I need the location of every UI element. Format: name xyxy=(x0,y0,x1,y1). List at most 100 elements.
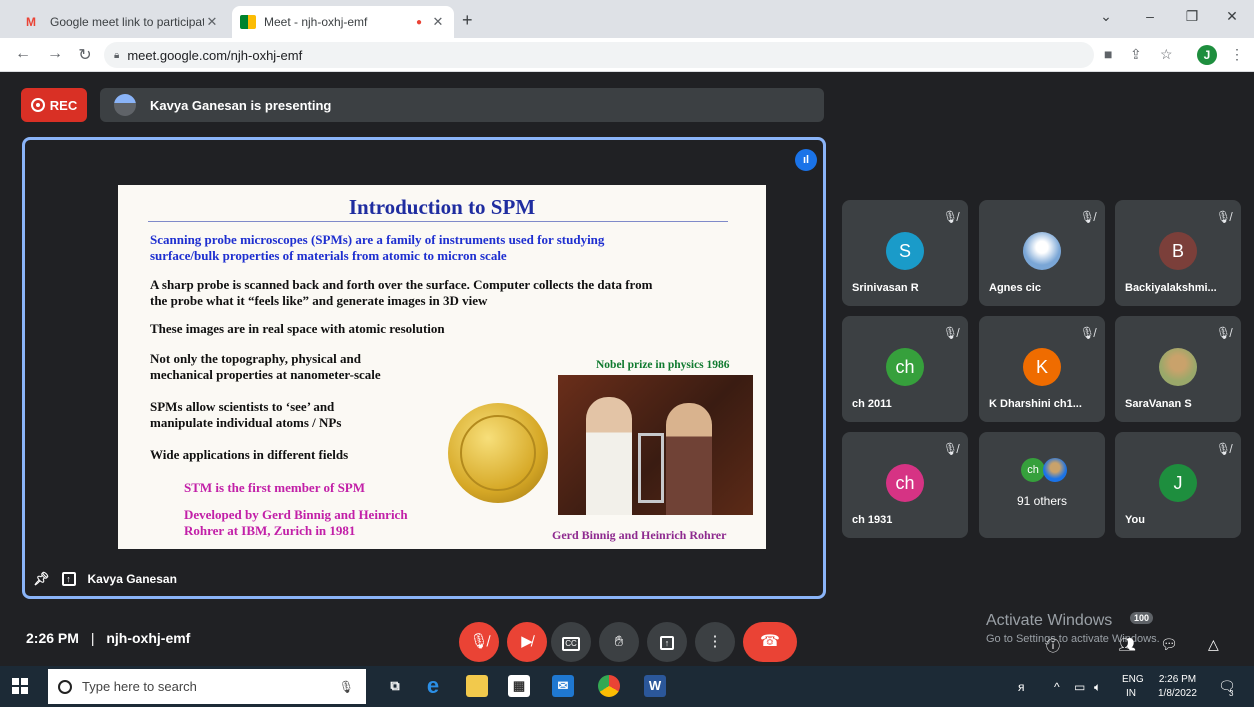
participant-tile[interactable]: 🎙︎̸ Agnes cic xyxy=(979,200,1105,306)
participant-tile[interactable]: 🎙︎̸ ch ch 2011 xyxy=(842,316,968,422)
slide-point3-line2: mechanical properties at nanometer-scale xyxy=(150,367,381,382)
slide-title: Introduction to SPM xyxy=(348,195,536,219)
nobel-caption: Nobel prize in physics 1986 xyxy=(596,359,730,371)
word-icon[interactable]: W xyxy=(644,675,666,697)
present-now-button[interactable]: ↑ xyxy=(647,622,687,662)
restore-button[interactable]: ❐ xyxy=(1172,8,1212,25)
camera-off-button[interactable]: ▶︎̸ xyxy=(507,622,547,662)
rec-label: REC xyxy=(49,97,78,113)
chrome-icon[interactable] xyxy=(598,675,620,697)
tab-close-icon[interactable]: ✕ xyxy=(430,14,446,30)
participant-tile-self[interactable]: 🎙︎̸ J You xyxy=(1115,432,1241,538)
clock-time: 2:26 PM xyxy=(1158,674,1197,685)
participant-tile[interactable]: 🎙︎̸ SaraVanan S xyxy=(1115,316,1241,422)
edge-icon[interactable]: e xyxy=(422,675,444,697)
presentation-stage[interactable]: ıl Introduction to SPM Scanning probe mi… xyxy=(22,137,826,599)
participant-tile[interactable]: 🎙︎̸ B Backiyalakshmi... xyxy=(1115,200,1241,306)
meeting-info-icon[interactable]: ⓘ xyxy=(1046,636,1060,656)
task-view-icon[interactable]: ⧉ xyxy=(384,675,406,697)
leave-call-button[interactable]: ☎︎ xyxy=(743,622,797,662)
tab-meet[interactable]: Meet - njh-oxhj-emf ● ✕ xyxy=(232,6,454,38)
reload-icon[interactable]: ↻ xyxy=(74,45,96,65)
people-icon[interactable]: 👥︎ xyxy=(1118,636,1136,653)
chat-icon[interactable]: 💬︎ xyxy=(1160,636,1178,653)
search-icon xyxy=(58,679,72,694)
captions-button[interactable]: CC xyxy=(551,622,591,662)
meet-control-bar: 2:26 PM | njh-oxhj-emf 🎙︎̸ ▶︎̸ CC ✋︎ ↑ ⋮… xyxy=(0,612,1254,666)
avatar: S xyxy=(886,232,924,270)
tab-search-dropdown-icon[interactable]: ⌄ xyxy=(1086,8,1126,25)
taskbar-search-box[interactable]: Type here to search 🎙︎ xyxy=(48,669,366,704)
more-options-button[interactable]: ⋮ xyxy=(695,622,735,662)
windows-taskbar: Type here to search 🎙︎ ⧉ e ▦ ✉ W ᴙ ^ ▭ 🔈… xyxy=(0,666,1254,707)
presenter-name: Kavya Ganesan xyxy=(87,572,177,586)
mic-off-icon: 🎙︎̸ xyxy=(942,210,958,224)
present-screen-icon: ↑ xyxy=(61,572,76,586)
slide-point3-line1: Not only the topography, physical and xyxy=(150,351,361,366)
participant-name: SaraVanan S xyxy=(1125,398,1192,410)
participant-tile[interactable]: 🎙︎̸ S Srinivasan R xyxy=(842,200,968,306)
bookmark-star-icon[interactable]: ☆ xyxy=(1160,46,1173,63)
record-icon xyxy=(30,98,45,112)
presentation-slide: Introduction to SPM Scanning probe micro… xyxy=(118,185,766,549)
participant-name: ch 2011 xyxy=(852,398,892,410)
clock-date: 1/8/2022 xyxy=(1158,688,1197,699)
others-count: 91 others xyxy=(1016,494,1068,508)
photo-caption: Gerd Binnig and Heinrich Rohrer xyxy=(552,528,727,542)
profile-avatar[interactable]: J xyxy=(1197,45,1217,65)
camera-icon[interactable]: ■ xyxy=(1104,46,1112,62)
store-icon[interactable]: ▦ xyxy=(508,675,530,697)
others-tile[interactable]: ch 91 others xyxy=(979,432,1105,538)
pin-icon[interactable]: 📌︎ xyxy=(33,571,50,587)
volume-icon[interactable]: 🔈︎ xyxy=(1094,680,1101,695)
meeting-code: njh-oxhj-emf xyxy=(106,630,191,646)
notification-count: 3 xyxy=(1229,689,1234,698)
gmail-icon: M xyxy=(26,15,36,29)
back-arrow-icon[interactable]: ← xyxy=(12,45,34,63)
recording-indicator[interactable]: REC xyxy=(21,88,87,122)
language-indicator[interactable]: ENG IN xyxy=(1122,674,1144,699)
new-tab-button[interactable]: + xyxy=(462,10,473,31)
slide-title-rule xyxy=(148,221,728,222)
microphone-icon[interactable]: 🎙︎ xyxy=(339,680,354,694)
windows-start-icon[interactable] xyxy=(12,678,28,694)
tray-chevron-icon[interactable]: ^ xyxy=(1054,680,1060,694)
stage-footer: 📌︎ ↑ Kavya Ganesan xyxy=(33,568,177,590)
slide-developed-line1: Developed by Gerd Binnig and Heinrich xyxy=(184,507,408,522)
participant-name: K Dharshini ch1... xyxy=(989,398,1082,410)
address-bar[interactable]: 🔒︎ meet.google.com/njh-oxhj-emf xyxy=(104,42,1094,68)
participant-name: Srinivasan R xyxy=(852,282,919,294)
tab-google-meet-link[interactable]: M Google meet link to participate t ✕ xyxy=(18,6,228,38)
minimize-button[interactable]: – xyxy=(1130,8,1170,24)
mail-icon[interactable]: ✉ xyxy=(552,675,574,697)
network-icon[interactable]: ▭ xyxy=(1074,680,1085,694)
activities-icon[interactable]: △ xyxy=(1208,636,1219,653)
slide-intro-line1: Scanning probe microscopes (SPMs) are a … xyxy=(150,232,605,247)
menu-dots-icon[interactable]: ⋮ xyxy=(1230,46,1244,63)
participant-tile[interactable]: 🎙︎̸ K K Dharshini ch1... xyxy=(979,316,1105,422)
meet-window: REC Kavya Ganesan is presenting ıl Intro… xyxy=(0,72,1254,666)
people-tray-icon[interactable]: ᴙ xyxy=(1018,680,1025,694)
share-icon[interactable]: ⇪ xyxy=(1130,46,1142,63)
tab-title: Google meet link to participate t xyxy=(50,15,204,29)
browser-toolbar: ← → ↻ 🔒︎ meet.google.com/njh-oxhj-emf ■ … xyxy=(0,38,1254,72)
participant-tile[interactable]: 🎙︎̸ ch ch 1931 xyxy=(842,432,968,538)
raise-hand-button[interactable]: ✋︎ xyxy=(599,622,639,662)
lock-icon: 🔒︎ xyxy=(114,49,120,61)
clock[interactable]: 2:26 PM 1/8/2022 xyxy=(1158,674,1197,699)
forward-arrow-icon[interactable]: → xyxy=(44,45,66,63)
avatar-photo xyxy=(1159,348,1197,386)
meet-icon xyxy=(240,15,256,29)
mic-off-button[interactable]: 🎙︎̸ xyxy=(459,622,499,662)
participant-name: Agnes cic xyxy=(989,282,1041,294)
avatar: K xyxy=(1023,348,1061,386)
participant-name: Backiyalakshmi... xyxy=(1125,282,1217,294)
avatar: B xyxy=(1159,232,1197,270)
language-code: ENG xyxy=(1122,674,1144,685)
avatar: ch xyxy=(886,464,924,502)
region-code: IN xyxy=(1126,688,1136,699)
file-explorer-icon[interactable] xyxy=(466,675,488,697)
close-window-button[interactable]: ✕ xyxy=(1212,8,1252,25)
tab-close-icon[interactable]: ✕ xyxy=(204,14,220,30)
avatar-photo xyxy=(1023,232,1061,270)
